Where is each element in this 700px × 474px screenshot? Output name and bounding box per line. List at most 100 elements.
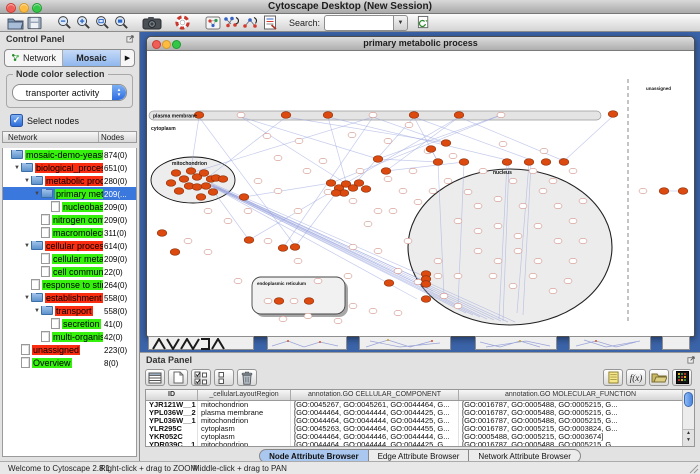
function-builder-icon[interactable]: f(x) [626, 369, 646, 386]
node[interactable] [534, 258, 542, 263]
tree-row[interactable]: ▼metabolic process280(0) [3, 174, 136, 187]
node[interactable] [540, 148, 548, 153]
node[interactable] [304, 313, 312, 318]
table-column-header[interactable]: ID [146, 390, 198, 400]
selected-node[interactable] [331, 190, 341, 197]
node[interactable] [509, 283, 517, 288]
disclosure-triangle[interactable]: ▼ [33, 308, 41, 314]
selected-node[interactable] [426, 146, 436, 153]
selected-node[interactable] [157, 230, 167, 237]
node[interactable] [324, 189, 332, 194]
view-thumbnail[interactable] [662, 336, 690, 350]
node[interactable] [429, 188, 437, 193]
help-icon[interactable] [173, 15, 192, 31]
node[interactable] [204, 249, 212, 254]
node[interactable] [234, 278, 242, 283]
node[interactable] [349, 244, 357, 249]
selected-node[interactable] [454, 112, 464, 119]
node[interactable] [474, 228, 482, 233]
node[interactable] [349, 303, 357, 308]
node[interactable] [364, 221, 372, 226]
selected-node[interactable] [196, 194, 206, 201]
edge[interactable] [353, 117, 414, 186]
node[interactable] [554, 238, 562, 243]
selected-node[interactable] [166, 180, 176, 187]
node[interactable] [494, 196, 502, 201]
edge[interactable] [386, 162, 464, 171]
selected-node[interactable] [421, 296, 431, 303]
node[interactable] [274, 188, 282, 193]
table-row[interactable]: YKR052Ccytoplasm[GO:0044464, GO:0044446,… [146, 433, 683, 441]
selected-node[interactable] [524, 159, 534, 166]
tree-column-network[interactable]: Network [3, 132, 98, 142]
network-view-window[interactable]: primary metabolic process plasma membran… [146, 36, 695, 337]
tree-row[interactable]: cellular metabo209(0) [3, 252, 136, 265]
network-canvas[interactable]: plasma membranecytoplasmmitochondrionnuc… [147, 51, 692, 335]
zoom-in-icon[interactable] [74, 15, 93, 31]
node[interactable] [569, 168, 577, 173]
selected-node[interactable] [433, 159, 443, 166]
selected-node[interactable] [174, 188, 184, 195]
node[interactable] [394, 268, 402, 273]
tree-row[interactable]: ▼transport558(0) [3, 304, 136, 317]
node[interactable] [349, 198, 357, 203]
selected-node[interactable] [608, 111, 618, 118]
node[interactable] [564, 278, 572, 283]
selected-node[interactable] [361, 186, 371, 193]
tree-row[interactable]: mosaic-demo-yeast874(0) [3, 148, 136, 161]
tab-network[interactable]: Network [5, 50, 63, 66]
node[interactable] [409, 168, 417, 173]
node[interactable] [348, 132, 356, 137]
node[interactable] [334, 318, 342, 323]
delete-attribute-icon[interactable] [237, 369, 257, 386]
node[interactable] [529, 273, 537, 278]
node[interactable] [264, 238, 272, 243]
node[interactable] [279, 316, 287, 321]
node[interactable] [237, 112, 245, 117]
node[interactable] [474, 203, 482, 208]
edge[interactable] [241, 117, 378, 159]
tree-column-nodes[interactable]: Nodes [98, 132, 136, 142]
node[interactable] [319, 158, 327, 163]
edge[interactable] [328, 117, 346, 182]
new-attribute-icon[interactable] [168, 369, 188, 386]
selected-node[interactable] [208, 189, 218, 196]
node[interactable] [549, 178, 557, 183]
table-row[interactable]: YPL036W__2plasma membrane[GO:0044464, GO… [146, 409, 683, 417]
tree-row[interactable]: ▼establishment of lo558(0) [3, 291, 136, 304]
scrollbar-thumb[interactable] [684, 392, 693, 407]
tree-row[interactable]: Overview8(0) [3, 356, 136, 369]
tree-row[interactable]: ▼primary metabolic process209(... [3, 187, 136, 200]
node[interactable] [554, 203, 562, 208]
table-column-header[interactable]: annotation.GO CELLULAR_COMPONENT [291, 390, 459, 400]
search-input[interactable] [324, 15, 393, 31]
disclosure-triangle[interactable]: ▼ [23, 243, 31, 249]
node[interactable] [519, 203, 527, 208]
node[interactable] [454, 218, 462, 223]
node[interactable] [464, 189, 472, 194]
view-thumbnail[interactable] [267, 336, 347, 350]
tree-row[interactable]: secretion41(0) [3, 317, 136, 330]
table-scrollbar[interactable]: ▲▼ [682, 390, 694, 446]
node[interactable] [514, 248, 522, 253]
node[interactable] [314, 278, 322, 283]
selected-node[interactable] [421, 281, 431, 288]
node[interactable] [303, 168, 311, 173]
nucleus-region[interactable] [408, 169, 612, 325]
node[interactable] [344, 273, 352, 278]
node[interactable] [399, 188, 407, 193]
zoom-fit-icon[interactable] [112, 15, 131, 31]
network-view-titlebar[interactable]: primary metabolic process [147, 37, 694, 51]
table-row[interactable]: YPL036W__1mitochondrion[GO:0044464, GO:0… [146, 417, 683, 425]
selected-node[interactable] [384, 280, 394, 287]
table-row[interactable]: YJR121W__1mitochondrion[GO:0045267, GO:0… [146, 401, 683, 409]
node[interactable] [440, 293, 448, 298]
vizmapper-icon[interactable] [203, 15, 222, 31]
node[interactable] [414, 199, 422, 204]
node[interactable] [529, 168, 537, 173]
table-column-header[interactable]: annotation.GO MOLECULAR_FUNCTION [459, 390, 683, 400]
float-panel-icon[interactable] [126, 34, 135, 45]
node[interactable] [356, 168, 364, 173]
tree-row[interactable]: ▼cellular process614(0) [3, 239, 136, 252]
table-column-header[interactable]: _cellularLayoutRegion [198, 390, 291, 400]
